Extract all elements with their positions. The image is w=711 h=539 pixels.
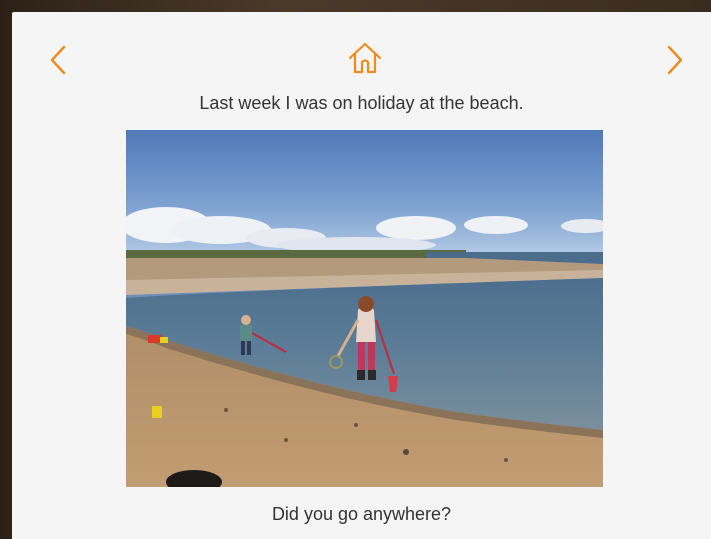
story-page: Last week I was on holiday at the beach. [12, 12, 711, 539]
back-button[interactable] [40, 40, 76, 80]
home-icon [348, 42, 382, 74]
beach-photo [126, 130, 603, 487]
forward-button[interactable] [657, 40, 693, 80]
device-frame: Last week I was on holiday at the beach. [0, 0, 711, 539]
home-button[interactable] [345, 38, 385, 78]
page-text-top: Last week I was on holiday at the beach. [199, 93, 524, 113]
chevron-right-icon [667, 45, 683, 75]
chevron-left-icon [50, 45, 66, 75]
page-text-bottom: Did you go anywhere? [271, 504, 452, 524]
